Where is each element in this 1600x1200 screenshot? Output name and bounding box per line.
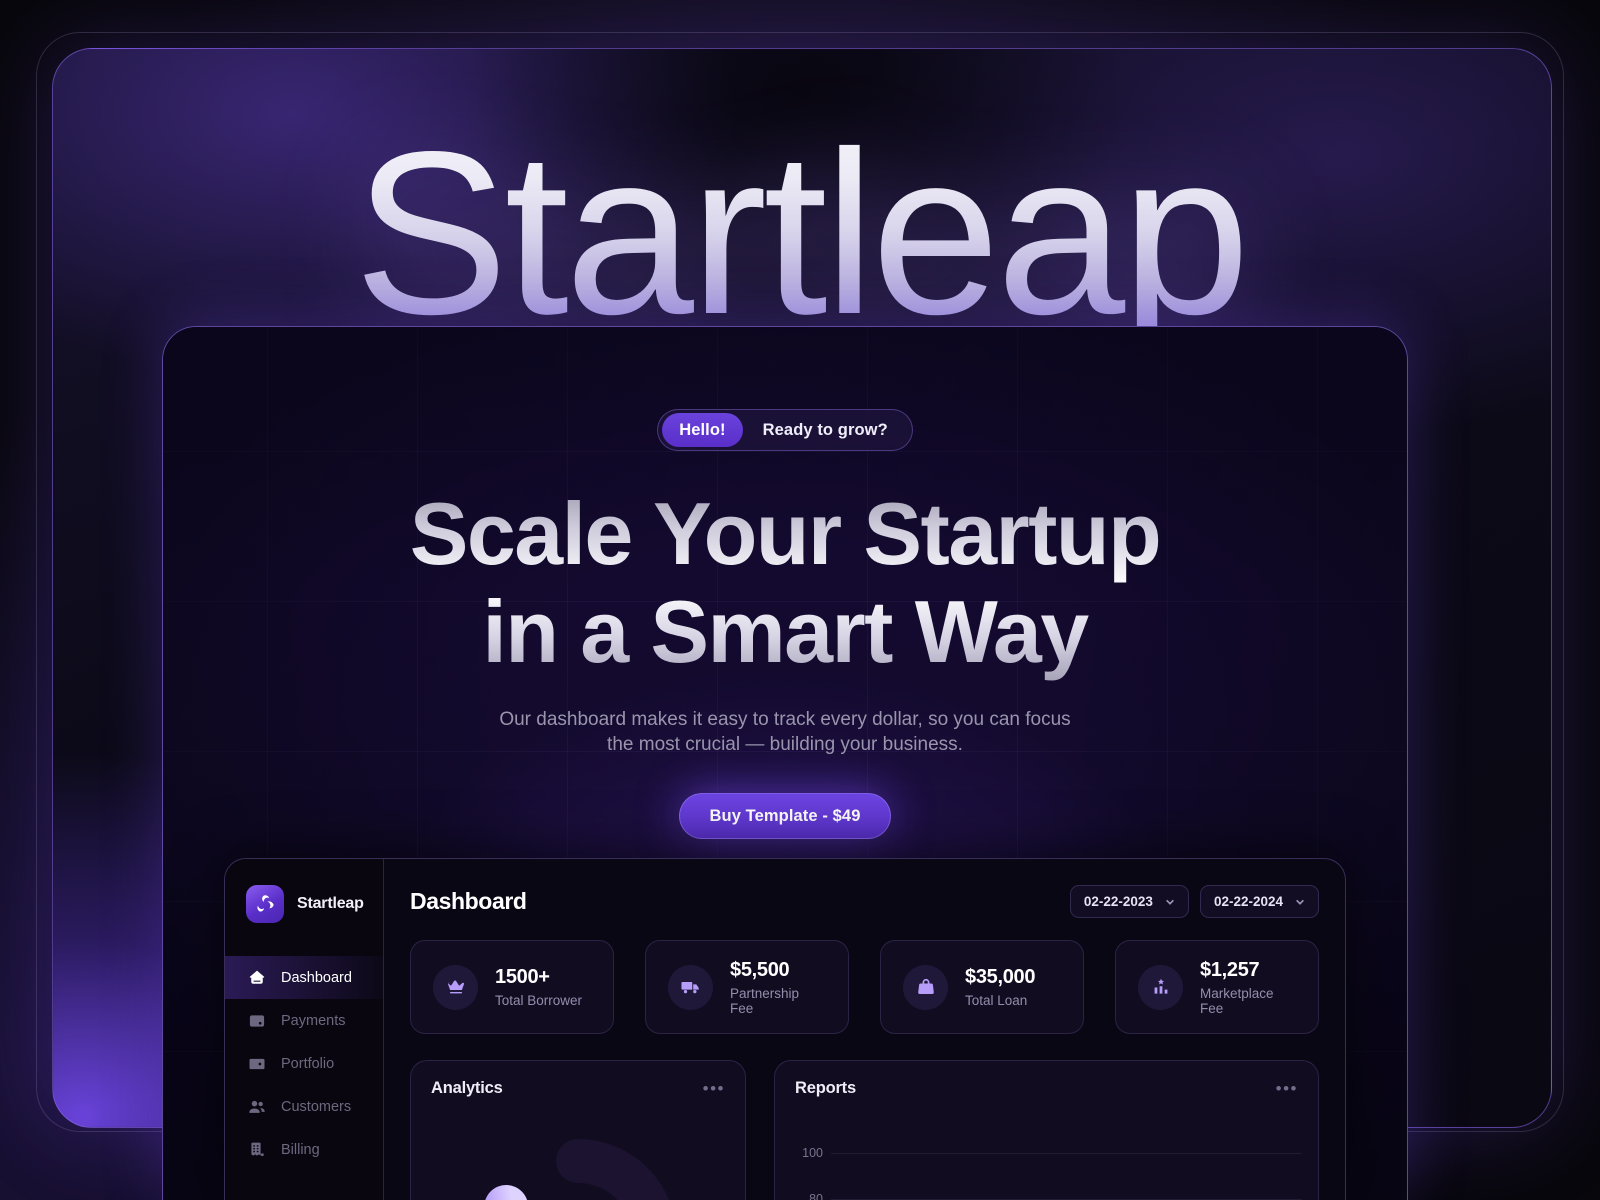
bag-icon bbox=[903, 964, 948, 1010]
analytics-menu-icon[interactable]: ••• bbox=[703, 1080, 725, 1097]
crown-icon bbox=[433, 964, 478, 1010]
stat-label: Partnership Fee bbox=[730, 985, 800, 1016]
stat-value: $5,500 bbox=[730, 958, 790, 981]
reports-card-header: Reports ••• bbox=[775, 1061, 1318, 1098]
dashboard-mockup: Startleap Dashboard Payments Portfolio C… bbox=[224, 858, 1346, 1200]
sidebar-item-billing-label: Billing bbox=[281, 1141, 320, 1158]
reports-card: Reports ••• 100 80 bbox=[774, 1060, 1319, 1200]
sidebar-item-payments[interactable]: Payments bbox=[225, 999, 383, 1042]
hero-subtitle: Our dashboard makes it easy to track eve… bbox=[163, 707, 1407, 757]
analytics-donut-chart bbox=[473, 1133, 683, 1200]
dashboard-sidebar: Startleap Dashboard Payments Portfolio C… bbox=[225, 859, 384, 1200]
hero-content: Hello! Ready to grow? Scale Your Startup… bbox=[163, 327, 1407, 839]
stat-value: $1,257 bbox=[1200, 958, 1260, 981]
home-icon bbox=[249, 970, 265, 984]
hero-badge-pill[interactable]: Hello! Ready to grow? bbox=[657, 409, 913, 451]
receipt-icon bbox=[251, 1142, 264, 1156]
chevron-down-icon bbox=[1296, 899, 1304, 905]
hero-title-line-1: Scale Your Startup bbox=[409, 484, 1161, 583]
date-to-value: 02-22-2024 bbox=[1213, 894, 1283, 909]
stat-value: $35,000 bbox=[965, 966, 1036, 988]
date-to-select[interactable]: 02-22-2024 bbox=[1199, 885, 1319, 918]
date-range-group: 02-22-2023 02-22-2024 bbox=[1069, 885, 1319, 918]
sidebar-item-customers[interactable]: Customers bbox=[225, 1085, 383, 1128]
stat-label: Total Borrower bbox=[495, 993, 583, 1008]
startleap-logo-icon bbox=[246, 885, 284, 923]
brand-wordmark: Startleap bbox=[0, 118, 1600, 350]
stat-card-partnership-fee[interactable]: $5,500 Partnership Fee bbox=[645, 940, 849, 1034]
hero-title: Scale Your Startup in a Smart Way bbox=[163, 485, 1407, 681]
sidebar-brand-name: Startleap bbox=[297, 895, 364, 912]
analytics-card: Analytics ••• bbox=[410, 1060, 746, 1200]
sidebar-brand[interactable]: Startleap bbox=[225, 885, 383, 923]
sidebar-item-customers-label: Customers bbox=[281, 1098, 352, 1115]
page-title: Dashboard bbox=[410, 888, 527, 914]
analytics-card-header: Analytics ••• bbox=[411, 1061, 745, 1098]
reports-line-chart: 100 80 bbox=[775, 1113, 1318, 1200]
y-tick-100: 100 bbox=[802, 1146, 823, 1160]
chevron-down-icon bbox=[1166, 899, 1174, 905]
stat-card-row: 1500+ Total Borrower $5,500 Partnership … bbox=[410, 940, 1319, 1034]
stat-card-total-loan[interactable]: $35,000 Total Loan bbox=[880, 940, 1084, 1034]
chart-star-icon bbox=[1138, 964, 1183, 1010]
stat-label: Marketplace Fee bbox=[1200, 985, 1274, 1016]
sidebar-item-portfolio-label: Portfolio bbox=[281, 1055, 335, 1072]
briefcase-icon bbox=[249, 1058, 265, 1069]
date-from-select[interactable]: 02-22-2023 bbox=[1069, 885, 1189, 918]
hero-title-line-2: in a Smart Way bbox=[482, 582, 1088, 681]
dashboard-main: Dashboard 02-22-2023 02-22-2024 1500+ To… bbox=[384, 859, 1345, 1200]
hero-badge-label: Hello! bbox=[662, 413, 743, 447]
dashboard-topbar: Dashboard 02-22-2023 02-22-2024 bbox=[410, 885, 1319, 918]
dashboard-panel-row: Analytics ••• Reports ••• 100 80 bbox=[410, 1060, 1319, 1200]
sidebar-item-dashboard-label: Dashboard bbox=[281, 969, 352, 986]
analytics-title: Analytics bbox=[431, 1079, 503, 1097]
truck-icon bbox=[668, 964, 713, 1010]
hero-subtitle-line-1: Our dashboard makes it easy to track eve… bbox=[499, 709, 1071, 730]
stat-card-marketplace-fee[interactable]: $1,257 Marketplace Fee bbox=[1115, 940, 1319, 1034]
hero-subtitle-line-2: the most crucial — building your busines… bbox=[607, 734, 963, 755]
sidebar-item-payments-label: Payments bbox=[281, 1012, 346, 1029]
sidebar-item-dashboard[interactable]: Dashboard bbox=[225, 956, 383, 999]
users-icon bbox=[249, 1100, 265, 1113]
stat-card-total-borrower[interactable]: 1500+ Total Borrower bbox=[410, 940, 614, 1034]
gridline-100 bbox=[831, 1153, 1302, 1154]
buy-template-button[interactable]: Buy Template - $49 bbox=[678, 793, 892, 839]
page-root: Startleap Hello! Ready to grow? Scale Yo… bbox=[0, 0, 1600, 1200]
y-tick-80: 80 bbox=[809, 1192, 823, 1200]
stat-label: Total Loan bbox=[965, 993, 1028, 1008]
sidebar-item-portfolio[interactable]: Portfolio bbox=[225, 1042, 383, 1085]
date-from-value: 02-22-2023 bbox=[1083, 894, 1153, 909]
stat-value: 1500+ bbox=[495, 966, 550, 988]
hero-badge-text: Ready to grow? bbox=[762, 420, 888, 439]
sidebar-item-billing[interactable]: Billing bbox=[225, 1128, 383, 1171]
card-icon bbox=[249, 1014, 265, 1027]
reports-menu-icon[interactable]: ••• bbox=[1276, 1080, 1298, 1097]
reports-title: Reports bbox=[795, 1079, 856, 1097]
